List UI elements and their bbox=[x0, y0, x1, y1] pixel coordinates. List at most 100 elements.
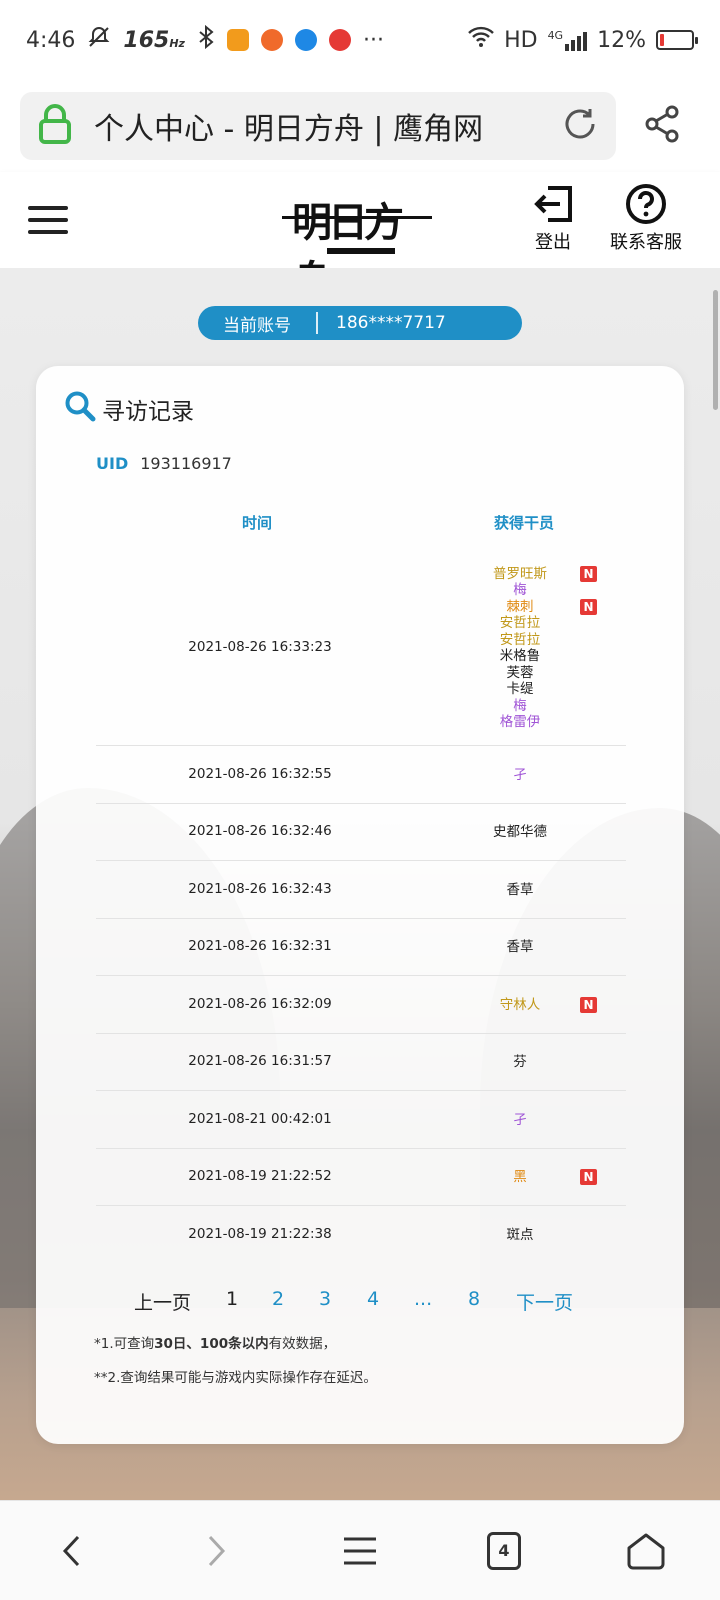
bluetooth-icon bbox=[197, 24, 215, 55]
status-bar: 4:46 165Hz ··· HD 4G 12% bbox=[0, 0, 720, 80]
account-label: 当前账号 bbox=[223, 315, 291, 336]
table-row: 2021-08-19 21:22:52 黑 N bbox=[96, 1149, 626, 1206]
operator-list: 香草 bbox=[476, 939, 564, 956]
new-badge: N bbox=[580, 996, 597, 1013]
operator-name: 香草 bbox=[506, 939, 534, 955]
share-icon[interactable] bbox=[644, 105, 680, 147]
operator-list: 守林人 N bbox=[476, 996, 597, 1014]
reload-icon[interactable] bbox=[562, 106, 598, 146]
table-row: 2021-08-26 16:32:46 史都华德 bbox=[96, 804, 626, 861]
operator-name: 守林人 N bbox=[476, 996, 597, 1014]
page-4-button[interactable]: 4 bbox=[367, 1288, 379, 1310]
record-time: 2021-08-21 00:42:01 bbox=[188, 1110, 332, 1127]
uid-value: 193116917 bbox=[140, 454, 232, 473]
back-icon[interactable] bbox=[46, 1525, 98, 1577]
page-1-button[interactable]: 1 bbox=[226, 1288, 238, 1310]
operator-list: 孑 bbox=[476, 1112, 564, 1129]
operator-name: 史都华德 bbox=[493, 824, 547, 840]
page-2-button[interactable]: 2 bbox=[272, 1288, 284, 1310]
mute-icon bbox=[87, 25, 111, 55]
operator-name: 米格鲁 bbox=[499, 648, 541, 664]
table-row: 2021-08-19 21:22:38 斑点 bbox=[96, 1206, 626, 1264]
new-badge: N bbox=[580, 1169, 597, 1185]
operator-name: 棘刺 N bbox=[476, 598, 597, 616]
record-time: 2021-08-19 21:22:52 bbox=[188, 1168, 332, 1185]
record-time: 2021-08-26 16:31:57 bbox=[188, 1053, 332, 1070]
column-header-operator: 获得干员 bbox=[494, 514, 555, 532]
operator-list: 香草 bbox=[476, 882, 564, 899]
browser-address-bar: 个人中心 - 明日方舟 | 鹰角网 bbox=[0, 80, 720, 172]
uid-label: UID bbox=[96, 454, 129, 473]
operator-name: 安哲拉 bbox=[499, 631, 541, 648]
record-time: 2021-08-26 16:33:23 bbox=[188, 639, 332, 655]
table-row: 2021-08-26 16:33:23 普罗旺斯 N 梅棘刺 N 安哲拉 安哲拉 米格鲁 芙蓉卡… bbox=[96, 550, 626, 746]
record-time: 2021-08-26 16:32:43 bbox=[188, 880, 332, 897]
next-page-button[interactable]: 下一页 bbox=[516, 1288, 573, 1315]
operator-list: 普罗旺斯 N 梅棘刺 N 安哲拉 安哲拉 米格鲁 芙蓉 卡缇梅格雷伊 bbox=[476, 565, 597, 731]
tabs-button[interactable]: 4 bbox=[478, 1525, 530, 1577]
app-notification-icon bbox=[260, 29, 283, 51]
uid-row: UID 193116917 bbox=[96, 454, 232, 473]
operator-name: 斑点 bbox=[506, 1226, 534, 1243]
scrollbar[interactable] bbox=[713, 290, 718, 410]
footnote-2: **2.查询结果可能与游戏内实际操作存在延迟。 bbox=[94, 1370, 377, 1386]
page-3-button[interactable]: 3 bbox=[319, 1288, 331, 1310]
page-ellipsis: ... bbox=[414, 1288, 433, 1310]
app-notification-icon bbox=[328, 29, 351, 51]
lock-icon bbox=[38, 104, 72, 148]
card-header: 寻访记录 bbox=[64, 390, 194, 428]
help-icon bbox=[626, 184, 666, 224]
arknights-logo[interactable]: 明日方舟 bbox=[282, 180, 432, 304]
forward-icon[interactable] bbox=[190, 1525, 242, 1577]
operator-list: 孑 bbox=[476, 767, 564, 784]
browser-bottom-nav: 4 bbox=[0, 1500, 720, 1600]
table-row: 2021-08-26 16:32:31 香草 bbox=[96, 919, 626, 976]
battery-percent: 12% bbox=[597, 27, 646, 53]
operator-name: 孑 bbox=[513, 766, 527, 783]
table-row: 2021-08-26 16:32:55 孑 bbox=[96, 746, 626, 804]
card-title: 寻访记录 bbox=[102, 399, 194, 425]
table-row: 2021-08-26 16:32:43 香草 bbox=[96, 861, 626, 919]
table-row: 2021-08-21 00:42:01 孑 bbox=[96, 1091, 626, 1149]
column-header-time: 时间 bbox=[242, 514, 273, 532]
operator-name: 梅 bbox=[513, 697, 527, 714]
battery-icon bbox=[656, 30, 698, 50]
tab-count: 4 bbox=[487, 1532, 521, 1570]
record-time: 2021-08-19 21:22:38 bbox=[188, 1225, 332, 1242]
refresh-rate: 165Hz bbox=[123, 27, 185, 53]
url-field[interactable]: 个人中心 - 明日方舟 | 鹰角网 bbox=[20, 92, 616, 160]
logout-icon bbox=[534, 186, 572, 222]
operator-name: 黑N bbox=[476, 1169, 597, 1186]
record-time: 2021-08-26 16:32:55 bbox=[188, 765, 332, 782]
status-time: 4:46 bbox=[26, 27, 76, 53]
footnote-1: *1.可查询30日、100条以内有效数据， bbox=[94, 1336, 337, 1352]
operator-name: 格雷伊 bbox=[499, 714, 541, 730]
operator-name: 梅 bbox=[513, 582, 527, 598]
app-notification-icon bbox=[226, 29, 249, 51]
operator-list: 黑N bbox=[476, 1169, 597, 1186]
network-label: HD bbox=[504, 27, 538, 53]
menu-list-icon[interactable] bbox=[334, 1525, 386, 1577]
prev-page-button[interactable]: 上一页 bbox=[134, 1288, 191, 1315]
table-row: 2021-08-26 16:31:57 芬 bbox=[96, 1034, 626, 1091]
gacha-record-card: 寻访记录 UID 193116917 时间 获得干员 2021-08-26 16… bbox=[36, 366, 684, 1444]
table-row: 2021-08-26 16:32:09 守林人 N bbox=[96, 976, 626, 1034]
new-badge: N bbox=[580, 598, 597, 615]
record-time: 2021-08-26 16:32:46 bbox=[188, 823, 332, 840]
operator-name: 芬 bbox=[513, 1054, 527, 1070]
logout-button[interactable]: 登出 bbox=[532, 184, 574, 254]
record-time: 2021-08-26 16:32:31 bbox=[188, 938, 332, 955]
signal-icon: 4G bbox=[548, 29, 588, 51]
contact-support-button[interactable]: 联系客服 bbox=[610, 184, 682, 254]
home-icon[interactable] bbox=[620, 1525, 672, 1577]
operator-list: 芬 bbox=[476, 1054, 564, 1071]
operator-name: 安哲拉 bbox=[499, 615, 541, 631]
wifi-icon bbox=[468, 26, 494, 54]
page-8-button[interactable]: 8 bbox=[468, 1288, 480, 1310]
new-badge: N bbox=[580, 565, 597, 582]
operator-list: 斑点 bbox=[476, 1227, 564, 1244]
site-header: 明日方舟 登出 联系客服 bbox=[0, 172, 720, 304]
operator-name: 孑 bbox=[513, 1111, 527, 1128]
menu-icon[interactable] bbox=[28, 206, 68, 234]
more-notifications-icon: ··· bbox=[362, 27, 384, 53]
